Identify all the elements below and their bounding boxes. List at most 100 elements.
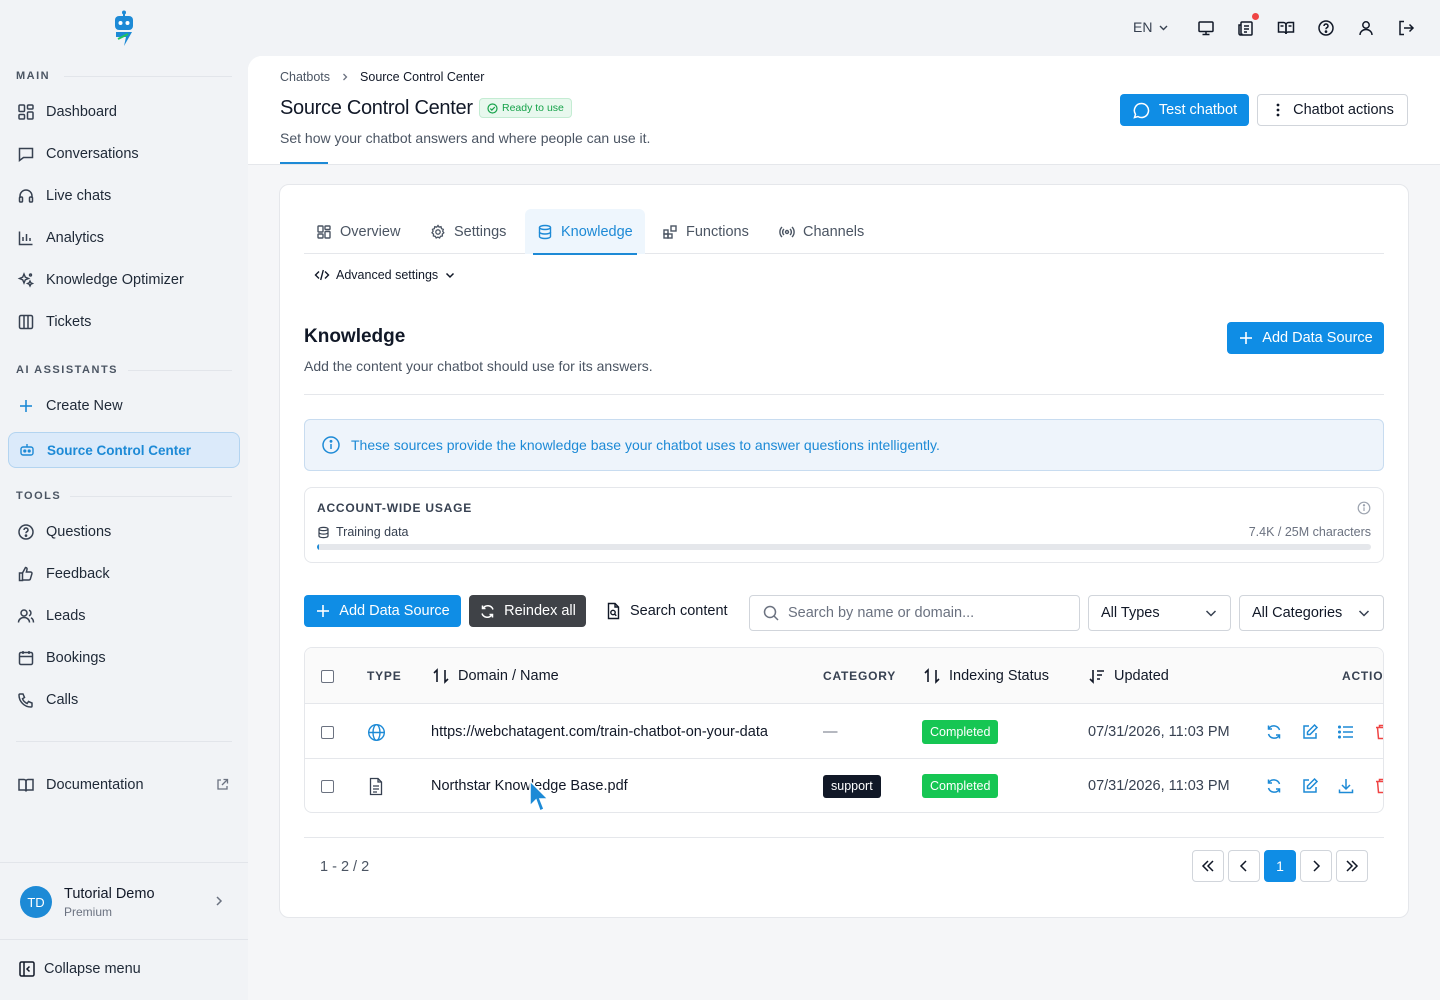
file-icon xyxy=(367,759,385,812)
avatar: TD xyxy=(20,886,52,918)
user-profile[interactable]: TD Tutorial Demo Premium xyxy=(0,862,248,940)
question-icon xyxy=(18,524,34,540)
updated-date: 07/31/2026, 11:03 PM xyxy=(1088,724,1230,740)
sidebar-item-feedback[interactable]: Feedback xyxy=(8,556,240,592)
list-icon[interactable] xyxy=(1337,723,1355,741)
tab-overview[interactable]: Overview xyxy=(304,209,412,254)
source-category: support xyxy=(823,759,881,812)
first-page-button[interactable] xyxy=(1192,850,1224,882)
reindex-icon[interactable] xyxy=(1265,723,1283,741)
next-page-button[interactable] xyxy=(1300,850,1332,882)
reindex-all-button[interactable]: Reindex all xyxy=(469,595,586,627)
user-icon[interactable] xyxy=(1356,18,1376,38)
trash-icon[interactable] xyxy=(1373,777,1384,795)
chevron-left-icon xyxy=(1239,860,1247,872)
sidebar-item-tickets[interactable]: Tickets xyxy=(8,304,240,340)
sidebar-item-bookings[interactable]: Bookings xyxy=(8,640,240,676)
table-row: https://webchatagent.com/train-chatbot-o… xyxy=(305,705,1384,759)
tab-knowledge[interactable]: Knowledge xyxy=(525,209,645,255)
tab-functions[interactable]: Functions xyxy=(650,209,761,254)
create-new-assistant-button[interactable]: Create New xyxy=(8,388,240,424)
type-filter-select[interactable]: All Types xyxy=(1088,595,1231,631)
user-plan: Premium xyxy=(64,905,113,919)
monitor-icon[interactable] xyxy=(1196,18,1216,38)
sidebar-item-questions[interactable]: Questions xyxy=(8,514,240,550)
select-all-checkbox[interactable] xyxy=(321,648,334,704)
column-header-updated[interactable]: Updated xyxy=(1088,648,1169,704)
search-field[interactable] xyxy=(749,595,1080,631)
chatbot-actions-button[interactable]: Chatbot actions xyxy=(1257,94,1408,126)
sidebar-item-dashboard[interactable]: Dashboard xyxy=(8,94,240,130)
edit-icon[interactable] xyxy=(1301,723,1319,741)
add-data-source-button[interactable]: Add Data Source xyxy=(304,595,461,627)
advanced-settings-toggle[interactable]: Advanced settings xyxy=(314,268,456,282)
info-icon[interactable] xyxy=(1357,501,1371,515)
search-content-button[interactable]: Search content xyxy=(605,602,728,620)
globe-icon xyxy=(367,705,386,759)
updated-date: 07/31/2026, 11:03 PM xyxy=(1088,778,1230,794)
row-checkbox[interactable] xyxy=(321,759,334,812)
robot-icon xyxy=(20,444,34,456)
breadcrumb-link-chatbots[interactable]: Chatbots xyxy=(280,70,330,84)
collapse-menu-button[interactable]: Collapse menu xyxy=(18,960,141,978)
edit-icon[interactable] xyxy=(1301,777,1319,795)
column-header-status[interactable]: Indexing Status xyxy=(923,648,1049,704)
gear-icon xyxy=(431,223,445,239)
last-page-button[interactable] xyxy=(1336,850,1368,882)
reindex-icon[interactable] xyxy=(1265,777,1283,795)
column-header-actions: ACTIONS xyxy=(1342,669,1384,683)
column-header-label: Domain / Name xyxy=(458,668,559,684)
download-icon[interactable] xyxy=(1337,777,1355,795)
page-subtitle: Set how your chatbot answers and where p… xyxy=(280,130,651,146)
tab-channels[interactable]: Channels xyxy=(767,209,876,254)
section-divider xyxy=(64,76,232,77)
grid-icon xyxy=(317,224,331,239)
section-divider xyxy=(128,370,232,371)
tab-label: Settings xyxy=(454,223,507,240)
previous-page-button[interactable] xyxy=(1228,850,1260,882)
create-new-label: Create New xyxy=(46,398,123,414)
test-chatbot-button[interactable]: Test chatbot xyxy=(1120,94,1249,126)
sidebar-item-label: Tickets xyxy=(46,314,92,330)
sidebar-item-knowledge-optimizer[interactable]: Knowledge Optimizer xyxy=(8,262,240,298)
sparkles-icon xyxy=(17,272,35,288)
sidebar-item-calls[interactable]: Calls xyxy=(8,682,240,718)
sidebar-item-label: Source Control Center xyxy=(47,442,192,458)
category-filter-select[interactable]: All Categories xyxy=(1239,595,1384,631)
page-button-current[interactable]: 1 xyxy=(1264,850,1296,882)
pagination-divider xyxy=(304,837,1384,838)
robot-logo-icon[interactable] xyxy=(110,10,138,48)
sidebar-item-live-chats[interactable]: Live chats xyxy=(8,178,240,214)
language-selector[interactable]: EN xyxy=(1133,19,1169,35)
search-input[interactable] xyxy=(788,605,1068,621)
logout-icon[interactable] xyxy=(1396,18,1416,38)
tab-bar: Overview Settings Knowledge Functions Ch… xyxy=(304,209,1384,255)
add-data-source-header-button[interactable]: Add Data Source xyxy=(1227,322,1384,354)
tab-label: Functions xyxy=(686,223,749,240)
row-checkbox[interactable] xyxy=(321,705,334,759)
chevron-down-icon xyxy=(1159,25,1168,30)
column-header-label: Updated xyxy=(1114,668,1169,684)
source-name[interactable]: https://webchatagent.com/train-chatbot-o… xyxy=(431,705,768,759)
sidebar-item-documentation[interactable]: Documentation xyxy=(8,767,240,803)
tab-settings[interactable]: Settings xyxy=(418,209,518,254)
sidebar-item-source-control-center[interactable]: Source Control Center xyxy=(8,432,240,468)
sidebar-item-analytics[interactable]: Analytics xyxy=(8,220,240,256)
sidebar-item-leads[interactable]: Leads xyxy=(8,598,240,634)
sidebar-item-conversations[interactable]: Conversations xyxy=(8,136,240,172)
header-accent-line xyxy=(280,162,328,164)
usage-progress-fill xyxy=(317,544,320,550)
headset-icon xyxy=(18,189,34,203)
section-title-main: MAIN xyxy=(16,70,51,82)
trash-icon[interactable] xyxy=(1373,723,1384,741)
help-icon[interactable] xyxy=(1316,18,1336,38)
info-icon xyxy=(322,436,340,454)
usage-panel: ACCOUNT-WIDE USAGE Training data 7.4K / … xyxy=(304,487,1384,563)
newspaper-icon[interactable] xyxy=(1236,18,1256,38)
columns-icon xyxy=(18,314,34,330)
chevrons-left-icon xyxy=(1201,860,1214,872)
column-header-name[interactable]: Domain / Name xyxy=(432,648,559,704)
column-header-label: Indexing Status xyxy=(949,668,1049,684)
refresh-icon xyxy=(481,604,494,618)
book-open-icon[interactable] xyxy=(1276,18,1296,38)
